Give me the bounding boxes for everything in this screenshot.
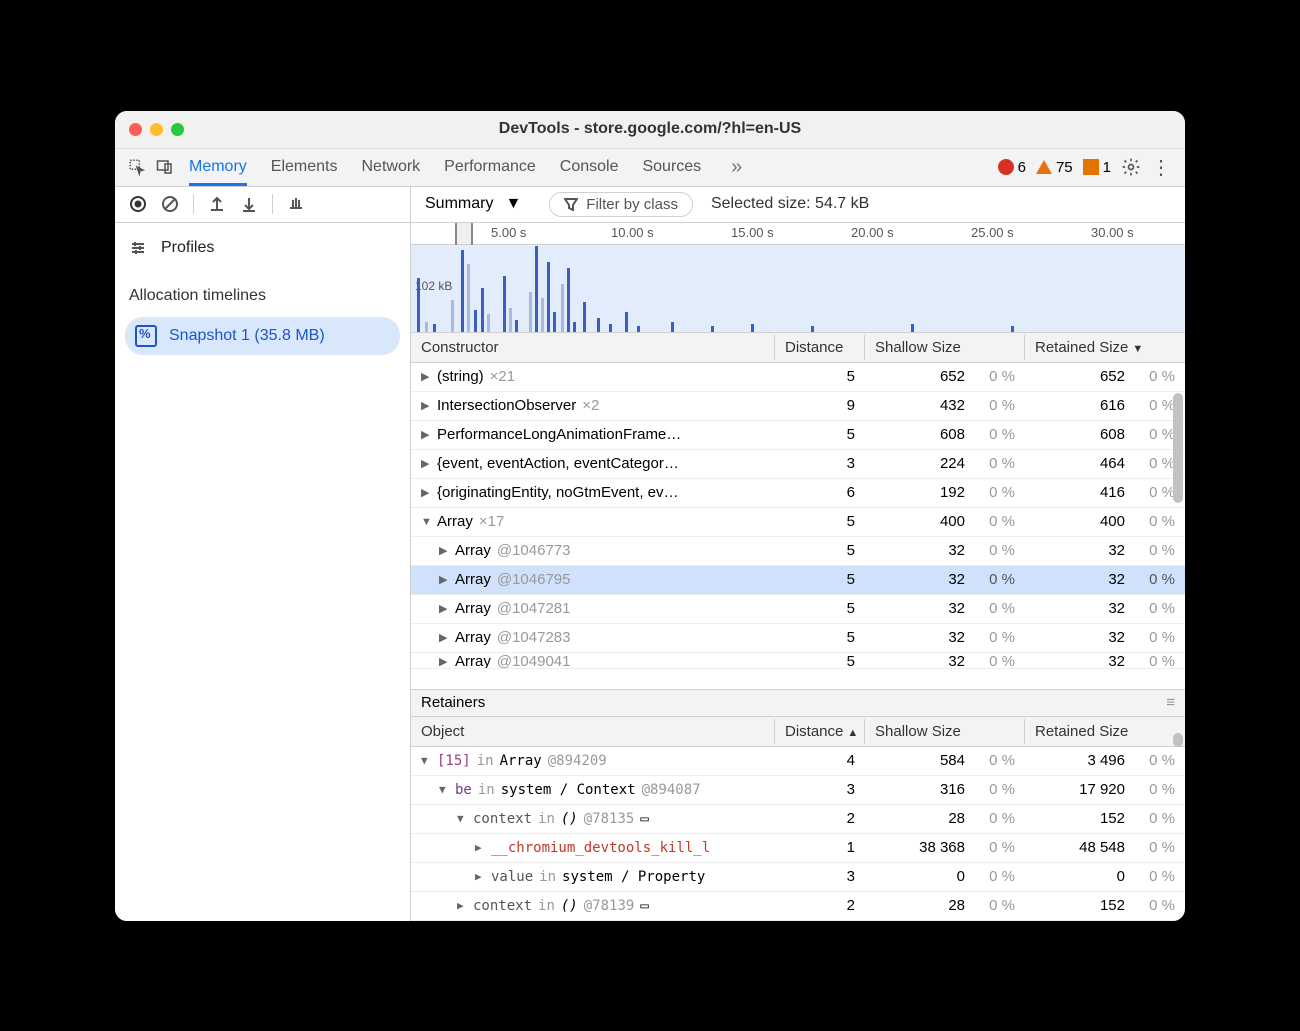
- chevron-down-icon: ▼: [505, 195, 521, 213]
- body: Profiles Allocation timelines Snapshot 1…: [115, 223, 1185, 921]
- window-title: DevTools - store.google.com/?hl=en-US: [115, 120, 1185, 138]
- main-toolbar: Memory Elements Network Performance Cons…: [115, 149, 1185, 187]
- more-options-icon[interactable]: ⋮: [1151, 155, 1171, 180]
- view-dropdown[interactable]: Summary ▼: [411, 195, 535, 213]
- collect-garbage-icon[interactable]: [281, 189, 311, 219]
- inspect-element-icon[interactable]: [123, 153, 151, 181]
- scroll-thumb[interactable]: [1173, 393, 1183, 503]
- time-tick: 30.00 s: [1091, 225, 1134, 240]
- clear-icon[interactable]: [155, 189, 185, 219]
- table-row[interactable]: ▼ be in system / Context @89408733160 %1…: [411, 776, 1185, 805]
- tab-sources[interactable]: Sources: [642, 149, 701, 186]
- scroll-thumb[interactable]: [1173, 733, 1183, 747]
- tab-performance[interactable]: Performance: [444, 149, 536, 186]
- time-ruler: 5.00 s 10.00 s 15.00 s 20.00 s 25.00 s 30.00 …: [411, 223, 1185, 245]
- timeline-bars: [411, 245, 1185, 332]
- selected-size-label: Selected size: 54.7 kB: [711, 195, 869, 213]
- titlebar: DevTools - store.google.com/?hl=en-US: [115, 111, 1185, 149]
- sort-asc-icon: ▲: [847, 727, 858, 739]
- table-row[interactable]: ▶ PerformanceLongAnimationFrame…56080 %6…: [411, 421, 1185, 450]
- download-icon[interactable]: [234, 189, 264, 219]
- more-tabs-icon[interactable]: »: [725, 149, 748, 186]
- sidebar: Profiles Allocation timelines Snapshot 1…: [115, 223, 411, 921]
- memory-toolbar-left: [115, 187, 411, 222]
- col-constructor[interactable]: Constructor: [411, 335, 775, 360]
- zoom-icon[interactable]: [171, 123, 184, 136]
- snapshot-file-icon: [135, 325, 157, 347]
- warnings-count[interactable]: 75: [1036, 159, 1073, 176]
- error-icon: [998, 159, 1014, 175]
- table-row[interactable]: ▼ Array ×1754000 %4000 %: [411, 508, 1185, 537]
- upload-icon[interactable]: [202, 189, 232, 219]
- table-row[interactable]: ▶ Array @10472815320 %320 %: [411, 595, 1185, 624]
- allocation-timelines-label: Allocation timelines: [115, 265, 410, 313]
- settings-icon[interactable]: [1121, 157, 1141, 177]
- constructor-rows: ▶ (string) ×2156520 %6520 %▶ Intersectio…: [411, 363, 1185, 689]
- selection-marker[interactable]: [455, 223, 473, 245]
- col-shallow[interactable]: Shallow Size: [865, 719, 1025, 744]
- snapshot-item[interactable]: Snapshot 1 (35.8 MB): [125, 317, 400, 355]
- col-retained[interactable]: Retained Size▼: [1025, 335, 1185, 360]
- tab-console[interactable]: Console: [560, 149, 619, 186]
- close-icon[interactable]: [129, 123, 142, 136]
- content: 5.00 s 10.00 s 15.00 s 20.00 s 25.00 s 30.00 …: [411, 223, 1185, 921]
- warning-icon: [1036, 160, 1052, 174]
- table-row[interactable]: ▶ IntersectionObserver ×294320 %6160 %: [411, 392, 1185, 421]
- sliders-icon: [129, 239, 147, 257]
- retainers-table-header: Object Distance▲ Shallow Size Retained S…: [411, 717, 1185, 747]
- retainers-header[interactable]: Retainers ≡: [411, 689, 1185, 717]
- filter-input[interactable]: Filter by class: [549, 192, 693, 217]
- constructor-table: Constructor Distance Shallow Size Retain…: [411, 333, 1185, 921]
- tab-network[interactable]: Network: [361, 149, 420, 186]
- time-tick: 10.00 s: [611, 225, 654, 240]
- allocation-timeline[interactable]: 5.00 s 10.00 s 15.00 s 20.00 s 25.00 s 30.00 …: [411, 223, 1185, 333]
- panel-tabs: Memory Elements Network Performance Cons…: [189, 149, 998, 186]
- col-object[interactable]: Object: [411, 719, 775, 744]
- scrollbar[interactable]: [1171, 363, 1185, 921]
- traffic-lights: [115, 123, 184, 136]
- retainer-rows: ▼ [15] in Array @89420945840 %3 4960 %▼ …: [411, 747, 1185, 921]
- table-row[interactable]: ▶ (string) ×2156520 %6520 %: [411, 363, 1185, 392]
- table-row[interactable]: ▼ [15] in Array @89420945840 %3 4960 %: [411, 747, 1185, 776]
- tab-memory[interactable]: Memory: [189, 149, 247, 186]
- col-distance[interactable]: Distance: [775, 335, 865, 360]
- table-row[interactable]: ▶ value in system / Property300 %00 %: [411, 863, 1185, 892]
- device-toolbar-icon[interactable]: [151, 153, 179, 181]
- table-row[interactable]: ▶ {event, eventAction, eventCategor…3224…: [411, 450, 1185, 479]
- filter-icon: [564, 197, 578, 211]
- table-row[interactable]: ▶ Array @10467955320 %320 %: [411, 566, 1185, 595]
- errors-count[interactable]: 6: [998, 159, 1026, 176]
- time-tick: 15.00 s: [731, 225, 774, 240]
- profiles-header[interactable]: Profiles: [115, 231, 410, 265]
- table-header: Constructor Distance Shallow Size Retain…: [411, 333, 1185, 363]
- table-row[interactable]: ▶ {originatingEntity, noGtmEvent, ev…619…: [411, 479, 1185, 508]
- issue-icon: [1083, 159, 1099, 175]
- col-shallow[interactable]: Shallow Size: [865, 335, 1025, 360]
- table-row[interactable]: ▶ Array @10467735320 %320 %: [411, 537, 1185, 566]
- table-row[interactable]: ▶ Array @10472835320 %320 %: [411, 624, 1185, 653]
- separator: [193, 194, 194, 214]
- tab-elements[interactable]: Elements: [271, 149, 338, 186]
- issues-count[interactable]: 1: [1083, 159, 1111, 176]
- devtools-window: DevTools - store.google.com/?hl=en-US Me…: [115, 111, 1185, 921]
- time-tick: 20.00 s: [851, 225, 894, 240]
- time-tick: 5.00 s: [491, 225, 526, 240]
- table-row[interactable]: ▶ context in () @78139 ▭2280 %1520 %: [411, 892, 1185, 921]
- minimize-icon[interactable]: [150, 123, 163, 136]
- table-row[interactable]: ▶ Array @10490415320 %320 %: [411, 653, 1185, 669]
- time-tick: 25.00 s: [971, 225, 1014, 240]
- table-row[interactable]: ▼ context in () @78135 ▭2280 %1520 %: [411, 805, 1185, 834]
- memory-toolbar: Summary ▼ Filter by class Selected size:…: [115, 187, 1185, 223]
- col-retained[interactable]: Retained Size: [1025, 719, 1185, 744]
- table-row[interactable]: ▶ __chromium_devtools_kill_l138 3680 %48…: [411, 834, 1185, 863]
- sort-desc-icon: ▼: [1132, 343, 1143, 355]
- record-icon[interactable]: [123, 189, 153, 219]
- status-bar: 6 75 1 ⋮: [998, 155, 1177, 180]
- separator: [272, 194, 273, 214]
- col-distance[interactable]: Distance▲: [775, 719, 865, 744]
